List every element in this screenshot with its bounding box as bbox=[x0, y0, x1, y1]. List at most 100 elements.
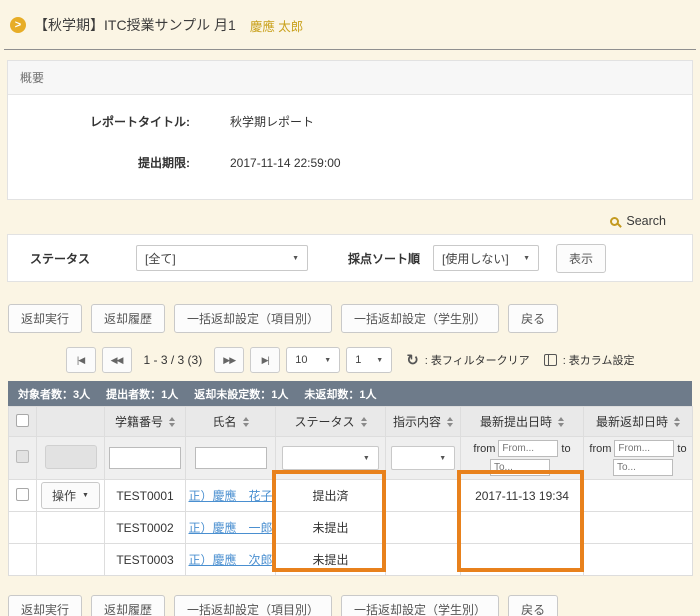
name-filter-input[interactable] bbox=[195, 447, 267, 469]
table-row: TEST0003 正）慶應 次郎 未提出 bbox=[9, 544, 693, 576]
student-id-filter-input[interactable] bbox=[109, 447, 181, 469]
page-size-select[interactable]: 10 ▼ bbox=[286, 347, 340, 373]
prev-page-icon[interactable]: ◀◀ bbox=[102, 347, 132, 373]
column-header-latest-submitted: 最新提出日時 bbox=[461, 407, 584, 437]
submitted-to-input[interactable] bbox=[490, 459, 550, 476]
bulk-return-by-student-button[interactable]: 一括返却設定（学生別） bbox=[341, 304, 499, 333]
column-header-instruction: 指示内容 bbox=[386, 407, 461, 437]
instructor-name-link[interactable]: 慶應 太郎 bbox=[250, 16, 303, 35]
sort-icon[interactable] bbox=[674, 417, 680, 427]
action-buttons-top: 返却実行 返却履歴 一括返却設定（項目別） 一括返却設定（学生別） 戻る bbox=[8, 304, 700, 333]
column-header-status: ステータス bbox=[276, 407, 386, 437]
chevron-down-icon: ▼ bbox=[376, 357, 383, 364]
summary-return-unset: 返却未設定数：1人 bbox=[194, 386, 288, 402]
select-all-checkbox[interactable] bbox=[16, 414, 29, 427]
sort-icon[interactable] bbox=[447, 417, 453, 427]
summary-bar: 対象者数：3人 提出者数：1人 返却未設定数：1人 未返却数：1人 bbox=[8, 381, 692, 406]
pagination-bar: |◀ ◀◀ 1 - 3 / 3 (3) ▶▶ ▶| 10 ▼ 1 ▼ ↻ : 表… bbox=[0, 347, 700, 373]
submitted-cell bbox=[461, 512, 584, 544]
sort-icon[interactable] bbox=[558, 417, 564, 427]
to-label: to bbox=[561, 443, 570, 455]
instruction-column-filter-select[interactable]: ▼ bbox=[391, 446, 455, 470]
submitted-cell: 2017-11-13 19:34 bbox=[461, 480, 584, 512]
deadline-value: 2017-11-14 22:59:00 bbox=[230, 156, 341, 170]
status-cell: 提出済 bbox=[276, 480, 386, 512]
page-title: 【秋学期】ITC授業サンプル 月1 bbox=[34, 15, 236, 35]
bulk-return-by-item-button[interactable]: 一括返却設定（項目別） bbox=[174, 304, 332, 333]
return-execute-button[interactable]: 返却実行 bbox=[8, 304, 82, 333]
status-column-filter-select[interactable]: ▼ bbox=[282, 446, 379, 470]
sort-icon[interactable] bbox=[243, 417, 249, 427]
score-sort-select[interactable]: [使用しない] ▼ bbox=[433, 245, 539, 271]
return-execute-button[interactable]: 返却実行 bbox=[8, 595, 82, 616]
row-checkbox[interactable] bbox=[16, 488, 29, 501]
filter-clear-icon[interactable]: ↻ bbox=[406, 351, 419, 369]
chevron-down-icon: ▼ bbox=[439, 455, 446, 462]
column-label: ステータス bbox=[294, 413, 354, 430]
filter-action-placeholder bbox=[45, 445, 97, 469]
column-header-student-id: 学籍番号 bbox=[105, 407, 186, 437]
status-select[interactable]: [全て] ▼ bbox=[136, 245, 308, 271]
status-cell: 未提出 bbox=[276, 544, 386, 576]
chevron-down-icon: ▼ bbox=[292, 255, 299, 262]
column-settings-icon[interactable] bbox=[544, 354, 557, 366]
results-table: 学籍番号 氏名 ステータス 指示内容 最新提出日時 bbox=[8, 406, 693, 576]
submitted-from-input[interactable] bbox=[498, 440, 558, 457]
search-heading: Search bbox=[0, 214, 666, 228]
sort-icon[interactable] bbox=[361, 417, 367, 427]
report-title-label: レポートタイトル: bbox=[20, 113, 190, 130]
deadline-field: 提出期限: 2017-11-14 22:59:00 bbox=[20, 154, 680, 171]
row-action-label: 操作 bbox=[52, 487, 76, 504]
page-size-value: 10 bbox=[295, 354, 307, 366]
table-header-row: 学籍番号 氏名 ステータス 指示内容 最新提出日時 bbox=[9, 407, 693, 437]
student-name-link[interactable]: 正）慶應 次郎 bbox=[188, 553, 272, 567]
bulk-return-by-item-button[interactable]: 一括返却設定（項目別） bbox=[174, 595, 332, 616]
page-number-value: 1 bbox=[355, 354, 361, 366]
chevron-down-icon: ▼ bbox=[523, 255, 530, 262]
column-settings-label: : 表カラム設定 bbox=[563, 352, 635, 368]
column-header-latest-returned: 最新返却日時 bbox=[584, 407, 693, 437]
sort-icon[interactable] bbox=[169, 417, 175, 427]
show-button[interactable]: 表示 bbox=[556, 244, 606, 273]
empty-action-cell bbox=[37, 544, 105, 576]
summary-unreturned: 未返却数：1人 bbox=[304, 386, 376, 402]
page-number-select[interactable]: 1 ▼ bbox=[346, 347, 392, 373]
returned-from-input[interactable] bbox=[614, 440, 674, 457]
empty-checkbox-cell bbox=[9, 512, 37, 544]
student-id-cell: TEST0002 bbox=[105, 512, 186, 544]
student-name-link[interactable]: 正）慶應 花子 bbox=[188, 489, 272, 503]
back-button[interactable]: 戻る bbox=[508, 595, 558, 616]
table-filter-row: ▼ ▼ from to from to bbox=[9, 437, 693, 480]
returned-to-input[interactable] bbox=[613, 459, 673, 476]
last-page-icon[interactable]: ▶| bbox=[250, 347, 280, 373]
table-row: TEST0002 正）慶應 一郎 未提出 bbox=[9, 512, 693, 544]
row-action-button[interactable]: 操作 ▼ bbox=[41, 482, 100, 509]
student-id-cell: TEST0001 bbox=[105, 480, 186, 512]
bulk-return-by-student-button[interactable]: 一括返却設定（学生別） bbox=[341, 595, 499, 616]
student-id-cell: TEST0003 bbox=[105, 544, 186, 576]
column-header-name: 氏名 bbox=[186, 407, 276, 437]
page-header: > 【秋学期】ITC授業サンプル 月1 慶應 太郎 bbox=[0, 0, 700, 45]
first-page-icon[interactable]: |◀ bbox=[66, 347, 96, 373]
score-sort-select-value: [使用しない] bbox=[442, 250, 509, 267]
return-history-button[interactable]: 返却履歴 bbox=[91, 595, 165, 616]
status-cell: 未提出 bbox=[276, 512, 386, 544]
status-select-value: [全て] bbox=[145, 250, 176, 267]
action-buttons-bottom: 返却実行 返却履歴 一括返却設定（項目別） 一括返却設定（学生別） 戻る bbox=[8, 595, 700, 616]
report-title-value: 秋学期レポート bbox=[230, 113, 314, 130]
submitted-cell bbox=[461, 544, 584, 576]
deadline-label: 提出期限: bbox=[20, 154, 190, 171]
search-icon bbox=[610, 217, 619, 226]
empty-checkbox-cell bbox=[9, 544, 37, 576]
returned-cell bbox=[584, 512, 693, 544]
score-sort-label: 採点ソート順 bbox=[348, 250, 420, 267]
back-button[interactable]: 戻る bbox=[508, 304, 558, 333]
overview-panel-title: 概要 bbox=[8, 61, 692, 95]
student-name-link[interactable]: 正）慶應 一郎 bbox=[188, 521, 272, 535]
from-label: from bbox=[589, 443, 611, 455]
empty-action-cell bbox=[37, 512, 105, 544]
summary-submitters: 提出者数：1人 bbox=[106, 386, 178, 402]
return-history-button[interactable]: 返却履歴 bbox=[91, 304, 165, 333]
column-label: 最新返却日時 bbox=[596, 413, 668, 430]
next-page-icon[interactable]: ▶▶ bbox=[214, 347, 244, 373]
